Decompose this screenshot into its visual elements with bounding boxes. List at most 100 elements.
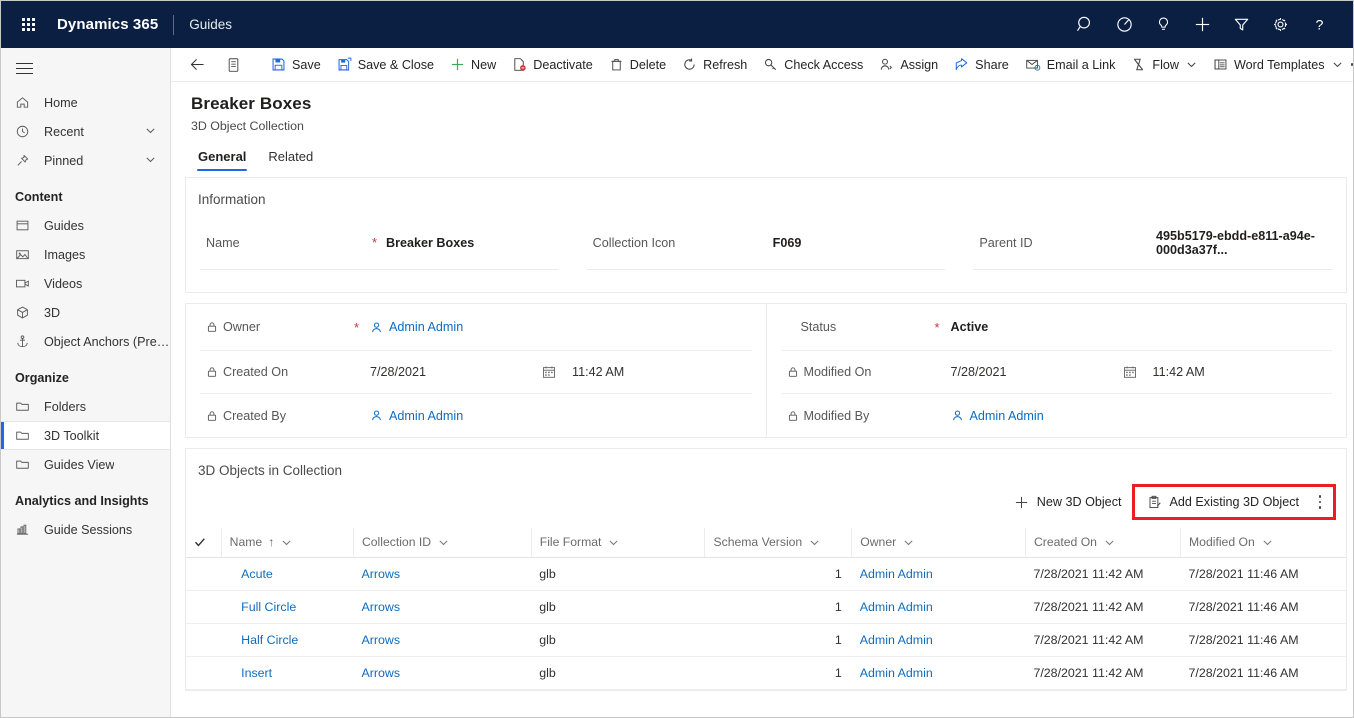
- deactivate-button[interactable]: Deactivate: [504, 48, 601, 82]
- status-field[interactable]: Status * Active: [780, 304, 1332, 351]
- tab-related[interactable]: Related: [261, 147, 320, 171]
- created-by-value[interactable]: Admin Admin: [370, 409, 463, 423]
- sidebar-item-pinned[interactable]: Pinned: [1, 146, 170, 175]
- new-3d-object-button[interactable]: New 3D Object: [1004, 489, 1132, 516]
- tab-general[interactable]: General: [191, 147, 253, 171]
- chevron-down-icon[interactable]: [1186, 59, 1197, 70]
- column-header-created-on[interactable]: Created On: [1024, 528, 1181, 558]
- sidebar-item-guides[interactable]: Guides: [1, 211, 170, 240]
- word-templates-button[interactable]: Word Templates: [1205, 48, 1351, 82]
- email-a-link-button[interactable]: Email a Link: [1017, 48, 1124, 82]
- parent-id-value[interactable]: 495b5179-ebdd-e811-a94e-000d3a37f...: [1156, 229, 1332, 257]
- cell-name[interactable]: Insert: [221, 656, 354, 690]
- sidebar-item-folders[interactable]: Folders: [1, 392, 170, 421]
- check-access-button[interactable]: Check Access: [755, 48, 871, 82]
- parent-id-field[interactable]: Parent ID 495b5179-ebdd-e811-a94e-000d3a…: [973, 216, 1333, 270]
- row-select-cell[interactable]: [186, 557, 222, 591]
- checkmark-icon[interactable]: [186, 536, 221, 548]
- filter-icon[interactable]: [1222, 5, 1261, 45]
- table-row[interactable]: Insert Arrows glb 1 Admin Admin 7/28/202…: [186, 656, 1346, 690]
- column-label: Collection ID: [361, 535, 432, 550]
- app-name-label[interactable]: Guides: [189, 17, 232, 32]
- column-header-modified-on[interactable]: Modified On: [1180, 528, 1346, 558]
- new-button[interactable]: New: [442, 48, 504, 82]
- lightbulb-icon[interactable]: [1144, 5, 1183, 45]
- sidebar-item-guide-sessions[interactable]: Guide Sessions: [1, 515, 170, 544]
- sidebar-item-guides-view[interactable]: Guides View: [1, 450, 170, 479]
- sidebar-item-images[interactable]: Images: [1, 240, 170, 269]
- table-row[interactable]: Half Circle Arrows glb 1 Admin Admin 7/2…: [186, 623, 1346, 657]
- brand-label[interactable]: Dynamics 365: [57, 16, 158, 33]
- back-button[interactable]: [179, 48, 216, 82]
- delete-button[interactable]: Delete: [601, 48, 674, 82]
- cell-name[interactable]: Half Circle: [221, 623, 354, 657]
- chevron-down-icon[interactable]: [1332, 59, 1343, 70]
- modified-by-value[interactable]: Admin Admin: [951, 409, 1044, 423]
- sidebar-item-home[interactable]: Home: [1, 88, 170, 117]
- command-label: Save: [292, 57, 321, 72]
- chevron-down-icon[interactable]: [438, 537, 449, 548]
- cell-owner[interactable]: Admin Admin: [851, 656, 1026, 690]
- sidebar-item-recent[interactable]: Recent: [1, 117, 170, 146]
- add-existing-3d-object-button[interactable]: Add Existing 3D Object: [1137, 489, 1310, 516]
- share-button[interactable]: Share: [946, 48, 1017, 82]
- save-and-close-button[interactable]: Save & Close: [329, 48, 442, 82]
- cell-collection-id[interactable]: Arrows: [353, 656, 532, 690]
- chevron-down-icon[interactable]: [903, 537, 914, 548]
- cell-collection-id[interactable]: Arrows: [353, 623, 532, 657]
- diagnostics-icon[interactable]: [1105, 5, 1144, 45]
- hamburger-icon[interactable]: [1, 52, 170, 88]
- collection-icon-field[interactable]: Collection Icon F069: [586, 216, 946, 270]
- row-select-cell[interactable]: [186, 590, 222, 624]
- chevron-down-icon[interactable]: [809, 537, 820, 548]
- sidebar-item-object-anchors[interactable]: Object Anchors (Prev...: [1, 327, 170, 356]
- column-header-name[interactable]: Name ↑: [220, 528, 354, 558]
- chevron-down-icon[interactable]: [145, 125, 156, 139]
- column-header-file-format[interactable]: File Format: [530, 528, 705, 558]
- sidebar-navigation: Home Recent Pinned Content Guides Images…: [1, 48, 171, 717]
- cell-collection-id[interactable]: Arrows: [353, 557, 532, 591]
- chevron-down-icon[interactable]: [281, 537, 292, 548]
- select-all-header[interactable]: [186, 528, 222, 558]
- column-header-collection-id[interactable]: Collection ID: [352, 528, 532, 558]
- chevron-down-icon[interactable]: [1262, 537, 1273, 548]
- save-button[interactable]: Save: [263, 48, 329, 82]
- column-header-owner[interactable]: Owner: [851, 528, 1026, 558]
- column-header-schema-version[interactable]: Schema Version: [704, 528, 852, 558]
- subgrid-overflow-button[interactable]: [1309, 487, 1331, 517]
- name-value[interactable]: Breaker Boxes: [386, 236, 474, 250]
- table-row[interactable]: Acute Arrows glb 1 Admin Admin 7/28/2021…: [186, 557, 1346, 591]
- sidebar-item-3d-toolkit[interactable]: 3D Toolkit: [1, 421, 170, 450]
- flow-button[interactable]: Flow: [1123, 48, 1205, 82]
- help-icon[interactable]: ?: [1300, 5, 1339, 45]
- gear-icon[interactable]: [1261, 5, 1300, 45]
- owner-value[interactable]: Admin Admin: [370, 320, 463, 334]
- row-select-cell[interactable]: [186, 623, 222, 657]
- collection-icon-value[interactable]: F069: [773, 236, 802, 250]
- cell-name[interactable]: Acute: [221, 557, 354, 591]
- owner-field[interactable]: Owner * Admin Admin: [200, 304, 752, 351]
- table-row[interactable]: Full Circle Arrows glb 1 Admin Admin 7/2…: [186, 590, 1346, 624]
- plus-icon[interactable]: [1183, 5, 1222, 45]
- sidebar-item-videos[interactable]: Videos: [1, 269, 170, 298]
- cell-name[interactable]: Full Circle: [221, 590, 354, 624]
- refresh-button[interactable]: Refresh: [674, 48, 755, 82]
- row-select-cell[interactable]: [186, 656, 222, 690]
- sidebar-item-3d[interactable]: 3D: [1, 298, 170, 327]
- subgrid-title: 3D Objects in Collection: [198, 463, 343, 478]
- pin-icon: [15, 153, 35, 169]
- parent-id-label: Parent ID: [979, 235, 1033, 250]
- chevron-down-icon[interactable]: [608, 537, 619, 548]
- chevron-down-icon[interactable]: [1104, 537, 1115, 548]
- cell-owner[interactable]: Admin Admin: [851, 557, 1026, 591]
- search-icon[interactable]: [1066, 5, 1105, 45]
- app-launcher-icon[interactable]: [11, 8, 45, 42]
- command-overflow-button[interactable]: [1350, 48, 1353, 82]
- name-field[interactable]: Name * Breaker Boxes: [200, 216, 559, 270]
- cell-owner[interactable]: Admin Admin: [851, 623, 1026, 657]
- cell-owner[interactable]: Admin Admin: [851, 590, 1026, 624]
- assign-button[interactable]: Assign: [871, 48, 946, 82]
- form-selector-button[interactable]: [216, 48, 251, 82]
- chevron-down-icon[interactable]: [145, 154, 156, 168]
- cell-collection-id[interactable]: Arrows: [353, 590, 532, 624]
